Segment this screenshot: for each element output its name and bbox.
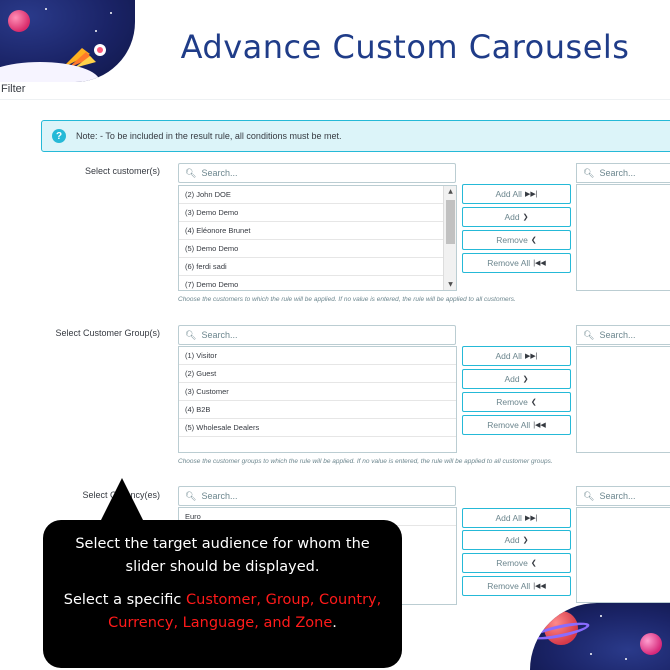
scroll-thumb[interactable] bbox=[446, 200, 455, 244]
add-all-label: Add All bbox=[495, 351, 522, 361]
search-icon: 🔍︎ bbox=[583, 490, 595, 501]
scroll-up-icon[interactable]: ▲ bbox=[444, 188, 456, 195]
fast-backward-icon: |◀◀ bbox=[533, 422, 546, 429]
search-placeholder: Search... bbox=[599, 330, 636, 340]
customers-selected-list[interactable] bbox=[576, 184, 670, 291]
list-item[interactable]: (6) ferdi sadi bbox=[179, 258, 456, 276]
remove-button[interactable]: Remove ❮ bbox=[462, 230, 571, 250]
currencies-selected-list[interactable] bbox=[576, 507, 670, 603]
add-all-label: Add All bbox=[495, 189, 522, 199]
callout-line-1: Select the target audience for whom the … bbox=[75, 536, 370, 575]
search-icon: 🔍︎ bbox=[185, 490, 197, 501]
scrollbar[interactable]: ▲ ▼ bbox=[443, 186, 456, 290]
planet-icon bbox=[640, 633, 662, 655]
callout-line-2: Select a specific Customer, Group, Count… bbox=[43, 589, 402, 635]
remove-label: Remove bbox=[496, 397, 528, 407]
fast-forward-icon: ▶▶| bbox=[524, 515, 538, 522]
space-illustration-bottom-right bbox=[530, 603, 670, 670]
star-icon bbox=[110, 12, 112, 14]
search-placeholder: Search... bbox=[599, 168, 636, 178]
add-button[interactable]: Add ❯ bbox=[462, 530, 571, 550]
remove-all-button[interactable]: Remove All |◀◀ bbox=[462, 576, 571, 596]
callout-pointer bbox=[100, 478, 144, 522]
star-icon bbox=[95, 30, 97, 32]
fast-backward-icon: |◀◀ bbox=[533, 260, 546, 267]
search-placeholder: Search... bbox=[599, 491, 636, 501]
groups-selected-list[interactable] bbox=[576, 346, 670, 453]
page-title: Advance Custom Carousels bbox=[180, 28, 630, 66]
currencies-selected-search-input[interactable]: 🔍︎ Search... bbox=[576, 486, 670, 506]
customers-label: Select customer(s) bbox=[84, 166, 160, 176]
add-label: Add bbox=[504, 535, 520, 545]
remove-all-label: Remove All bbox=[487, 420, 531, 430]
star-icon bbox=[625, 658, 627, 660]
add-button[interactable]: Add ❯ bbox=[462, 207, 571, 227]
remove-all-button[interactable]: Remove All |◀◀ bbox=[462, 253, 571, 273]
add-label: Add bbox=[504, 212, 520, 222]
groups-available-list[interactable]: (1) Visitor (2) Guest (3) Customer (4) B… bbox=[178, 346, 457, 453]
groups-selected-search-input[interactable]: 🔍︎ Search... bbox=[576, 325, 670, 345]
fast-forward-icon: ▶▶| bbox=[524, 191, 538, 198]
planet-icon bbox=[8, 10, 30, 32]
list-item[interactable]: (5) Wholesale Dealers bbox=[179, 419, 456, 437]
list-item[interactable]: (7) Demo Demo bbox=[179, 276, 456, 290]
list-item[interactable]: (4) Eléonore Brunet bbox=[179, 222, 456, 240]
search-icon: 🔍︎ bbox=[583, 329, 595, 340]
remove-label: Remove bbox=[496, 235, 528, 245]
notice-text: Note: - To be included in the result rul… bbox=[76, 131, 342, 141]
add-all-button[interactable]: Add All ▶▶| bbox=[462, 508, 571, 528]
groups-help-text: Choose the customer groups to which the … bbox=[178, 458, 553, 465]
add-all-label: Add All bbox=[495, 513, 522, 523]
search-placeholder: Search... bbox=[201, 491, 238, 501]
remove-all-button[interactable]: Remove All |◀◀ bbox=[462, 415, 571, 435]
customers-search-input[interactable]: 🔍︎ Search... bbox=[178, 163, 456, 183]
list-item[interactable]: (3) Customer bbox=[179, 383, 456, 401]
space-illustration-top-left bbox=[0, 0, 135, 82]
star-icon bbox=[45, 8, 47, 10]
chevron-right-icon: ❯ bbox=[522, 376, 529, 383]
chevron-right-icon: ❯ bbox=[522, 214, 529, 221]
customers-available-list[interactable]: (2) John DOE (3) Demo Demo (4) Eléonore … bbox=[178, 185, 457, 291]
question-circle-icon: ? bbox=[52, 129, 66, 143]
search-icon: 🔍︎ bbox=[185, 329, 197, 340]
customer-groups-label: Select Customer Group(s) bbox=[55, 328, 160, 338]
search-icon: 🔍︎ bbox=[185, 167, 197, 178]
customers-selected-search-input[interactable]: 🔍︎ Search... bbox=[576, 163, 670, 183]
remove-all-label: Remove All bbox=[487, 581, 531, 591]
list-item[interactable]: (1) Visitor bbox=[179, 347, 456, 365]
list-item[interactable]: (3) Demo Demo bbox=[179, 204, 456, 222]
list-item[interactable]: (2) Guest bbox=[179, 365, 456, 383]
search-placeholder: Search... bbox=[201, 330, 238, 340]
search-placeholder: Search... bbox=[201, 168, 238, 178]
remove-all-label: Remove All bbox=[487, 258, 531, 268]
star-icon bbox=[600, 615, 602, 617]
add-all-button[interactable]: Add All ▶▶| bbox=[462, 346, 571, 366]
chevron-left-icon: ❮ bbox=[530, 237, 537, 244]
callout-suffix: . bbox=[332, 615, 337, 631]
callout-prefix: Select a specific bbox=[63, 592, 186, 608]
list-item[interactable]: (2) John DOE bbox=[179, 186, 456, 204]
search-icon: 🔍︎ bbox=[583, 167, 595, 178]
chevron-left-icon: ❮ bbox=[530, 560, 537, 567]
chevron-left-icon: ❮ bbox=[530, 399, 537, 406]
customers-help-text: Choose the customers to which the rule w… bbox=[178, 296, 516, 303]
groups-search-input[interactable]: 🔍︎ Search... bbox=[178, 325, 456, 345]
filter-label: Filter bbox=[0, 80, 670, 100]
list-item[interactable]: (5) Demo Demo bbox=[179, 240, 456, 258]
notice-alert: ? Note: - To be included in the result r… bbox=[41, 120, 670, 152]
list-item[interactable]: (4) B2B bbox=[179, 401, 456, 419]
scroll-down-icon[interactable]: ▼ bbox=[444, 281, 456, 288]
add-label: Add bbox=[504, 374, 520, 384]
remove-label: Remove bbox=[496, 558, 528, 568]
feature-callout: Select the target audience for whom the … bbox=[43, 520, 402, 668]
star-icon bbox=[590, 653, 592, 655]
add-all-button[interactable]: Add All ▶▶| bbox=[462, 184, 571, 204]
currencies-search-input[interactable]: 🔍︎ Search... bbox=[178, 486, 456, 506]
remove-button[interactable]: Remove ❮ bbox=[462, 553, 571, 573]
chevron-right-icon: ❯ bbox=[522, 537, 529, 544]
fast-backward-icon: |◀◀ bbox=[533, 583, 546, 590]
fast-forward-icon: ▶▶| bbox=[524, 353, 538, 360]
add-button[interactable]: Add ❯ bbox=[462, 369, 571, 389]
remove-button[interactable]: Remove ❮ bbox=[462, 392, 571, 412]
